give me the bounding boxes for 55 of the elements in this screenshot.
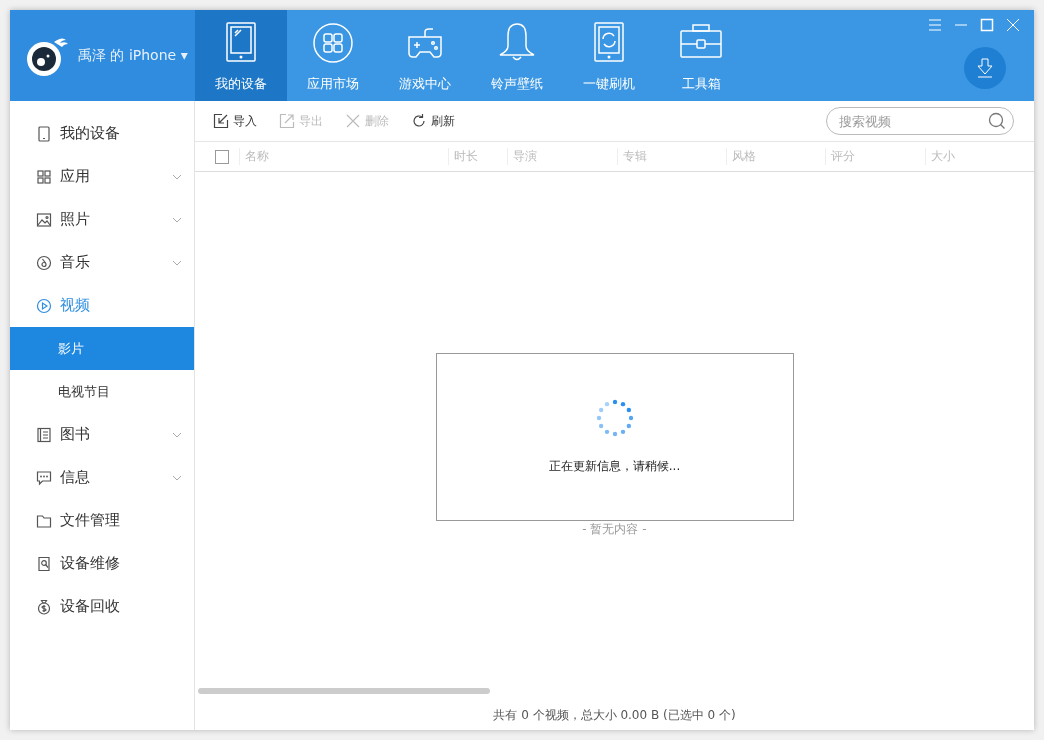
apps-icon bbox=[311, 21, 355, 65]
maximize-icon[interactable] bbox=[980, 18, 994, 32]
column-header: 导演 bbox=[507, 148, 617, 165]
folder-icon bbox=[36, 512, 52, 529]
loading-message: 正在更新信息，请稍候... bbox=[548, 458, 681, 475]
music-icon bbox=[36, 254, 52, 271]
book-icon bbox=[36, 426, 52, 443]
chevron-down-icon bbox=[172, 259, 182, 266]
sidebar-subitem[interactable]: 电视节目 bbox=[10, 370, 194, 413]
import-icon bbox=[213, 113, 229, 129]
chat-icon bbox=[36, 469, 52, 486]
image-icon bbox=[36, 211, 52, 228]
play-icon bbox=[36, 297, 52, 314]
export-icon bbox=[279, 113, 295, 129]
sidebar-item[interactable]: 音乐 bbox=[10, 241, 194, 284]
column-header: 专辑 bbox=[616, 148, 726, 165]
column-header: 时长 bbox=[447, 148, 508, 165]
sidebar-item[interactable]: 我的设备 bbox=[10, 112, 194, 155]
menu-icon[interactable] bbox=[928, 18, 942, 32]
column-header: 大小 bbox=[924, 148, 1034, 165]
column-header: 风格 bbox=[725, 148, 826, 165]
sidebar-item[interactable]: 设备回收 bbox=[10, 585, 194, 628]
close-icon[interactable] bbox=[1006, 18, 1020, 32]
sidebar-item[interactable]: 文件管理 bbox=[10, 499, 194, 542]
repair-icon bbox=[36, 555, 52, 572]
nav-tab[interactable]: 我的设备 bbox=[195, 10, 287, 101]
sidebar-item[interactable]: 设备维修 bbox=[10, 542, 194, 585]
chevron-down-icon bbox=[172, 474, 182, 481]
money-bag-icon bbox=[36, 598, 52, 615]
sidebar-item[interactable]: 图书 bbox=[10, 413, 194, 456]
delete-icon bbox=[345, 113, 361, 129]
chevron-down-icon bbox=[172, 216, 182, 223]
horizontal-scrollbar[interactable] bbox=[198, 688, 490, 694]
sidebar-item[interactable]: 应用 bbox=[10, 155, 194, 198]
sidebar-item[interactable]: 照片 bbox=[10, 198, 194, 241]
grid-icon bbox=[36, 168, 52, 185]
toolbar-button[interactable]: 导入 bbox=[213, 112, 257, 130]
empty-message: - 暂无内容 - bbox=[582, 520, 647, 538]
sidebar-subitem[interactable]: 影片 bbox=[10, 327, 194, 370]
chevron-down-icon bbox=[172, 173, 182, 180]
download-button[interactable] bbox=[964, 47, 1006, 89]
sidebar-item[interactable]: 视频 bbox=[10, 284, 194, 327]
select-all-checkbox[interactable] bbox=[215, 149, 229, 164]
column-header: 名称 bbox=[238, 148, 448, 165]
phone-icon bbox=[36, 125, 52, 142]
spinner-icon bbox=[594, 398, 635, 438]
column-header: 评分 bbox=[825, 148, 925, 165]
search-icon[interactable] bbox=[988, 112, 1006, 130]
download-icon bbox=[976, 58, 994, 78]
toolbar-button[interactable]: 刷新 bbox=[411, 112, 455, 130]
refresh-icon bbox=[411, 113, 427, 129]
search-field[interactable]: 搜索视频 bbox=[826, 107, 1014, 135]
sidebar-item[interactable]: 信息 bbox=[10, 456, 194, 499]
status-text: 共有 0 个视频，总大小 0.00 B (已选中 0 个) bbox=[492, 706, 737, 724]
chevron-down-icon bbox=[172, 431, 182, 438]
